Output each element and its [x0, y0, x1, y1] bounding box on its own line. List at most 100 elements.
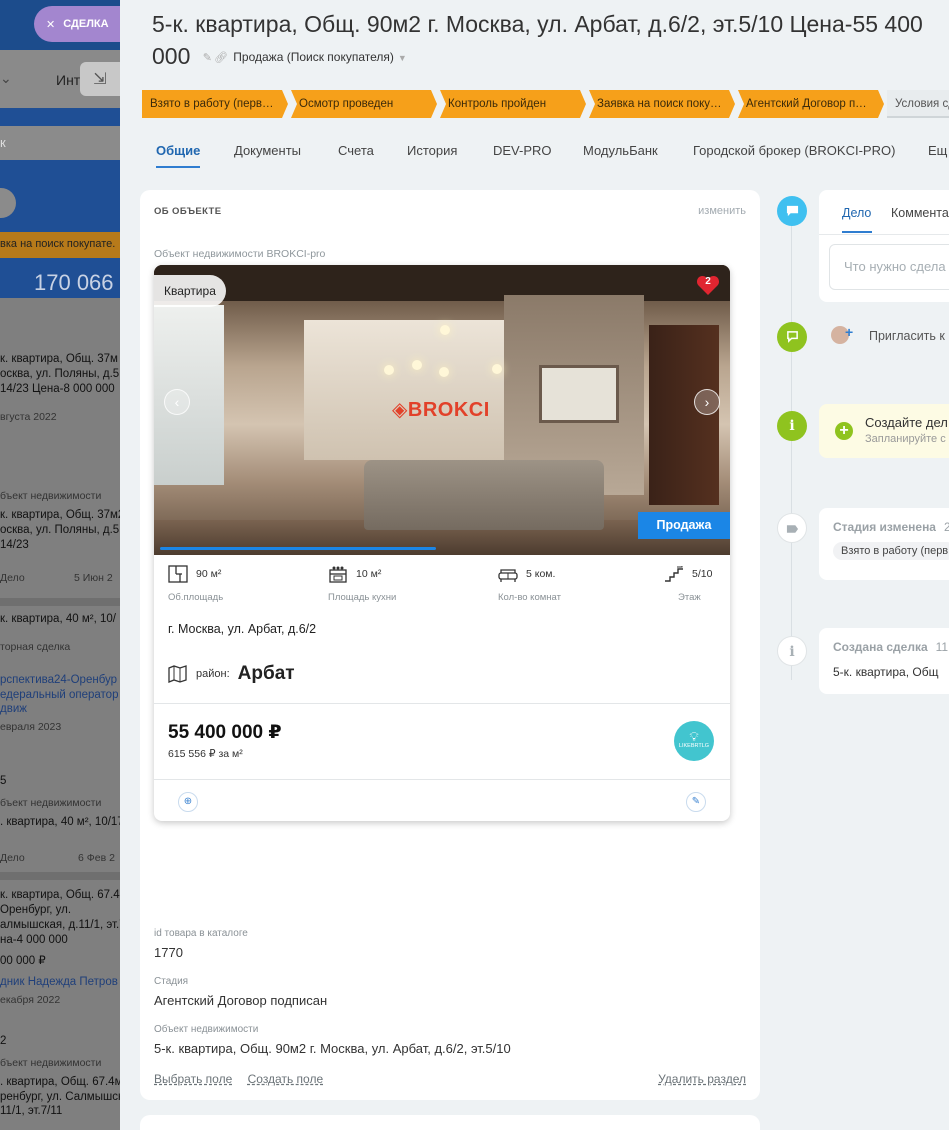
property-address: г. Москва, ул. Арбат, д.6/2 [168, 622, 317, 636]
deal-list-panel: ✕ СДЕЛКА ⌄ Инт ⇲ к вка на поиск покупате.… [0, 0, 120, 1130]
stage-label: Взято в работу (перв… [150, 98, 274, 110]
property-photo[interactable]: ◈BROKCI Квартира 2 ‹ › Продажа [154, 265, 730, 555]
create-activity-hint[interactable]: + Создайте дел Запланируйте с [819, 404, 949, 458]
tab-general[interactable]: Общие [156, 143, 201, 168]
list-stage-sum: 170 066 ₽ [34, 270, 120, 295]
tab-modulbank[interactable]: МодульБанк [583, 143, 658, 158]
spec-total-area: 90 м² Об.площадь [168, 565, 298, 603]
tab-invoices[interactable]: Счета [338, 143, 374, 158]
divider [154, 703, 730, 704]
photo-lamp [492, 364, 502, 374]
list-item-price: 00 000 ₽ [0, 954, 46, 967]
section-links: Выбрать поле Создать поле Удалить раздел [154, 1072, 746, 1086]
divider [819, 234, 949, 235]
photo-next-arrow-icon[interactable]: › [694, 389, 720, 415]
stage-item[interactable]: Условия сд [887, 90, 949, 118]
stairs-icon [665, 566, 683, 582]
activity-input[interactable]: Что нужно сдела [829, 244, 949, 290]
collapse-icon[interactable]: ⇲ [80, 62, 120, 96]
tab-city-broker[interactable]: Городской брокер (BROKCI-PRO) [693, 143, 895, 158]
favorite-heart-icon[interactable]: 2 [696, 273, 720, 297]
list-item-link[interactable]: дник Надежда Петров [0, 975, 120, 990]
stage-label: Осмотр проведен [299, 98, 394, 110]
tab-more[interactable]: Ещ [928, 143, 947, 158]
property-price: 55 400 000 ₽ [168, 722, 282, 743]
edit-pencil-icon[interactable]: ✎ [686, 792, 706, 812]
list-item-line: Оренбург, ул. [0, 903, 72, 916]
list-item-line: 14/23 Цена-8 000 000 [0, 382, 115, 395]
list-item-date: евраля 2023 [0, 721, 62, 734]
create-field-link[interactable]: Создать поле [248, 1072, 324, 1086]
zoom-icon[interactable]: ⊕ [178, 792, 198, 812]
list-item-line: к. квартира, Общ. 67.4 [0, 889, 120, 901]
list-item[interactable]: к. квартира, Общ. 37м осква, ул. Поляны,… [0, 352, 120, 424]
stage-label: Контроль пройден [448, 98, 547, 110]
tab-documents[interactable]: Документы [234, 143, 301, 158]
stage-item[interactable]: Взято в работу (перв… [142, 90, 288, 118]
select-field-link[interactable]: Выбрать поле [154, 1072, 232, 1086]
list-item-line: на-4 000 000 [0, 933, 68, 946]
pipeline-select[interactable]: Продажа (Поиск покупателя) [233, 50, 394, 64]
spec-value: 5/10 [692, 568, 713, 580]
list-item-label: бъект недвижимости [0, 490, 102, 502]
list-item-line: к. квартира, 40 м², 10/ [0, 613, 116, 625]
add-user-icon: + [845, 324, 854, 340]
spec-rooms: 5 ком. Кол-во комнат [498, 565, 628, 603]
tab-underline [842, 231, 872, 233]
list-item-link[interactable]: движ [0, 702, 120, 717]
list-stage-label: вка на поиск покупате. [0, 232, 120, 258]
stage-label: Заявка на поиск поку… [597, 98, 722, 110]
photo-prev-arrow-icon[interactable]: ‹ [164, 389, 190, 415]
stage-item[interactable]: Контроль пройден [440, 90, 586, 118]
list-item-label: торная сделка [0, 640, 71, 653]
event-title-mark: 2 [943, 520, 949, 534]
list-item[interactable]: к. квартира, Общ. 67.4 Оренбург, ул. алм… [0, 888, 120, 1007]
invite-row[interactable]: + Пригласить к [819, 316, 949, 356]
edit-pencil-icon[interactable]: ✎ [203, 52, 212, 64]
tab-history[interactable]: История [407, 143, 457, 158]
list-search-input[interactable]: к [0, 126, 120, 160]
section-edit-link[interactable]: изменить [698, 205, 746, 217]
list-item[interactable]: к. квартира, 40 м², 10/ торная сделка рс… [0, 612, 120, 735]
list-item-date: 6 Фев 2 [78, 851, 115, 864]
list-item-link[interactable]: рспектива24-Оренбур [0, 673, 120, 688]
list-item[interactable]: бъект недвижимости к. квартира, Общ. 37м… [0, 490, 120, 586]
spec-kitchen-area: 10 м² Площадь кухни [328, 565, 458, 603]
plus-icon[interactable]: + [835, 422, 853, 440]
list-item[interactable]: 5 бъект недвижимости . квартира, 40 м², … [0, 774, 120, 866]
spec-caption: Площадь кухни [328, 592, 397, 603]
tab-activity[interactable]: Дело [842, 206, 871, 220]
stage-item[interactable]: Агентский Договор п… [738, 90, 884, 118]
photo-lamp [384, 365, 394, 375]
activity-editor: Дело Коммента Что нужно сдела [819, 190, 949, 302]
stage-item[interactable]: Осмотр проведен [291, 90, 437, 118]
invite-text: Пригласить к [869, 329, 945, 343]
event-text: 5-к. квартира, Общ [833, 665, 939, 679]
chevron-down-icon[interactable]: ⌄ [0, 70, 12, 87]
page-title: 5-к. квартира, Общ. 90м2 г. Москва, ул. … [152, 8, 949, 74]
list-item-link[interactable]: едеральный оператор [0, 688, 120, 703]
field-label: Стадия [154, 976, 189, 987]
favorite-count: 2 [705, 276, 711, 287]
spec-value: 10 м² [356, 568, 382, 580]
close-deal-button[interactable]: ✕ СДЕЛКА [34, 6, 120, 42]
chevron-down-icon[interactable]: ▼ [398, 53, 407, 63]
map-icon [168, 665, 187, 683]
delete-section-link[interactable]: Удалить раздел [658, 1072, 746, 1086]
comment-icon [777, 322, 807, 352]
logo-diamond-icon: ◈ [392, 399, 408, 421]
tab-dev-pro[interactable]: DEV-PRO [493, 143, 552, 158]
list-item-label: бъект недвижимости [0, 1056, 102, 1069]
field-label: id товара в каталоге [154, 928, 248, 939]
title-meta: ✎ 🔗︎ Продажа (Поиск покупателя) ▼ [203, 41, 407, 74]
list-item-activity: Дело [0, 572, 25, 585]
brand-circle-text: LIKEBRTLG [678, 743, 710, 749]
list-item-line: 11/1, эт.7/11 [0, 1105, 63, 1118]
tag-icon [777, 513, 807, 543]
link-icon[interactable]: 🔗︎ [214, 52, 228, 64]
tab-comment[interactable]: Коммента [891, 206, 949, 220]
list-item-date: екабря 2022 [0, 993, 61, 1006]
list-item[interactable]: 2 бъект недвижимости . квартира, Общ. 67… [0, 1034, 120, 1119]
price-per-m2: 615 556 ₽ за м² [168, 748, 243, 760]
stage-item[interactable]: Заявка на поиск поку… [589, 90, 735, 118]
